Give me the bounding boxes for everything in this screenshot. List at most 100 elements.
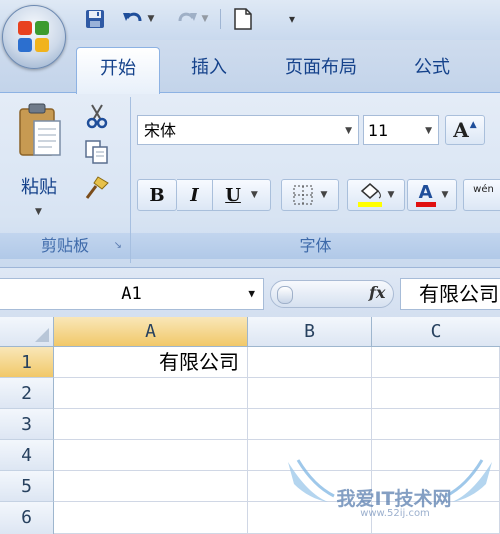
select-all-button[interactable]	[0, 317, 54, 347]
row-header-1[interactable]: 1	[0, 347, 54, 378]
font-size-value: 11	[368, 121, 389, 140]
italic-button[interactable]: I	[177, 179, 213, 211]
tab-insert[interactable]: 插入	[172, 48, 246, 88]
fill-color-button[interactable]: ▼	[347, 179, 405, 211]
underline-icon: U	[225, 184, 241, 206]
italic-icon: I	[190, 184, 199, 206]
cell-a3[interactable]	[54, 409, 248, 440]
borders-button[interactable]: ▼	[281, 179, 339, 211]
borders-icon	[293, 185, 313, 205]
row-header-5[interactable]: 5	[0, 471, 54, 502]
chevron-down-icon[interactable]: ▼	[248, 279, 255, 309]
name-box-value: A1	[121, 284, 142, 304]
chevron-down-icon[interactable]: ▼	[202, 14, 209, 24]
undo-button[interactable]: ▼	[118, 6, 158, 32]
cell-a6[interactable]	[54, 502, 248, 534]
office-logo-icon	[18, 21, 50, 53]
bold-icon: B	[149, 184, 165, 206]
insert-function-button[interactable]: fx	[369, 283, 385, 302]
column-header-b[interactable]: B	[248, 317, 372, 347]
font-name-select[interactable]: 宋体 ▼	[137, 115, 359, 145]
redo-icon	[178, 12, 197, 22]
tab-formulas[interactable]: 公式	[394, 48, 470, 88]
cell-a5[interactable]	[54, 471, 248, 502]
chevron-down-icon[interactable]: ▼	[35, 207, 42, 217]
paste-label: 粘贴	[21, 177, 57, 198]
font-group-label: 字体	[131, 233, 500, 259]
copy-icon	[85, 140, 108, 164]
font-group: 宋体 ▼ 11 ▼ A ▲ B I U ▼ ▼ ▼ A ▼ wén 字体	[131, 93, 500, 268]
underline-button[interactable]: U ▼	[213, 179, 271, 211]
paste-icon	[19, 103, 61, 156]
scissors-icon	[86, 104, 108, 129]
font-size-select[interactable]: 11 ▼	[363, 115, 439, 145]
cell-b3[interactable]	[248, 409, 372, 440]
row-header-4[interactable]: 4	[0, 440, 54, 471]
save-button[interactable]	[82, 6, 108, 32]
new-document-icon	[234, 8, 252, 30]
row-header-2[interactable]: 2	[0, 378, 54, 409]
bold-button[interactable]: B	[137, 179, 177, 211]
customize-icon: ▾	[288, 12, 296, 26]
phonetic-guide-button[interactable]: wén	[463, 179, 500, 211]
paste-button[interactable]: 粘贴 ▼	[8, 101, 70, 221]
save-icon	[86, 10, 104, 28]
font-color-swatch	[415, 202, 436, 207]
column-header-c[interactable]: C	[372, 317, 500, 347]
watermark-text: 我爱IT技术网	[336, 488, 452, 510]
formula-content: 有限公司	[419, 282, 499, 306]
chevron-down-icon[interactable]: ▼	[425, 116, 432, 146]
name-box[interactable]: A1 ▼	[0, 278, 264, 310]
copy-button[interactable]	[84, 139, 114, 167]
expand-handle-icon[interactable]	[277, 286, 293, 304]
chevron-down-icon[interactable]: ▼	[442, 190, 449, 200]
font-group-title: 字体	[299, 236, 332, 255]
paint-bucket-icon	[360, 183, 381, 199]
clipboard-group: 粘贴 ▼ 剪贴板 ↘	[0, 93, 130, 268]
cell-b2[interactable]	[248, 378, 372, 409]
format-painter-button[interactable]	[84, 175, 114, 203]
chevron-down-icon[interactable]: ▼	[148, 14, 155, 24]
row-header-6[interactable]: 6	[0, 502, 54, 534]
phonetic-icon: wén	[473, 183, 494, 195]
chevron-down-icon[interactable]: ▼	[321, 190, 328, 200]
toolbar-separator	[220, 9, 221, 29]
watermark-url: www.52ij.com	[360, 508, 430, 519]
chevron-down-icon[interactable]: ▼	[388, 190, 395, 200]
tab-page-layout[interactable]: 页面布局	[268, 48, 374, 88]
column-header-a[interactable]: A	[54, 317, 248, 347]
increase-icon: ▲	[469, 120, 477, 130]
cell-a2[interactable]	[54, 378, 248, 409]
formula-bar: A1 ▼ fx 有限公司	[0, 267, 500, 318]
redo-button[interactable]: ▼	[172, 6, 212, 32]
undo-icon	[122, 12, 142, 22]
cell-b1[interactable]	[248, 347, 372, 378]
office-button[interactable]	[2, 5, 66, 69]
row-header-3[interactable]: 3	[0, 409, 54, 440]
watermark: 我爱IT技术网 www.52ij.com	[280, 456, 500, 534]
new-document-button[interactable]	[230, 6, 256, 32]
cut-button[interactable]	[84, 103, 114, 131]
tab-home[interactable]: 开始	[76, 47, 160, 94]
font-color-icon: A	[418, 182, 433, 203]
format-painter-icon	[85, 176, 109, 199]
cell-c2[interactable]	[372, 378, 500, 409]
highlight-color-swatch	[357, 202, 382, 207]
formula-controls: fx	[270, 280, 394, 308]
chevron-down-icon[interactable]: ▼	[251, 190, 258, 200]
customize-quick-access-button[interactable]: ▾	[282, 6, 302, 32]
chevron-down-icon[interactable]: ▼	[345, 116, 352, 146]
dialog-launcher-icon[interactable]: ↘	[114, 233, 122, 259]
select-all-icon	[35, 328, 49, 342]
grow-font-icon: A	[453, 118, 469, 142]
clipboard-group-label: 剪贴板 ↘	[0, 233, 130, 259]
quick-access-toolbar: ▼ ▼ ▾	[0, 0, 500, 40]
formula-input[interactable]: 有限公司	[400, 278, 500, 310]
font-color-button[interactable]: A ▼	[407, 179, 457, 211]
cell-c1[interactable]	[372, 347, 500, 378]
cell-a1[interactable]: 有限公司	[54, 347, 248, 378]
grow-font-button[interactable]: A ▲	[445, 115, 485, 145]
cell-a4[interactable]	[54, 440, 248, 471]
clipboard-group-title: 剪贴板	[40, 236, 89, 255]
cell-c3[interactable]	[372, 409, 500, 440]
